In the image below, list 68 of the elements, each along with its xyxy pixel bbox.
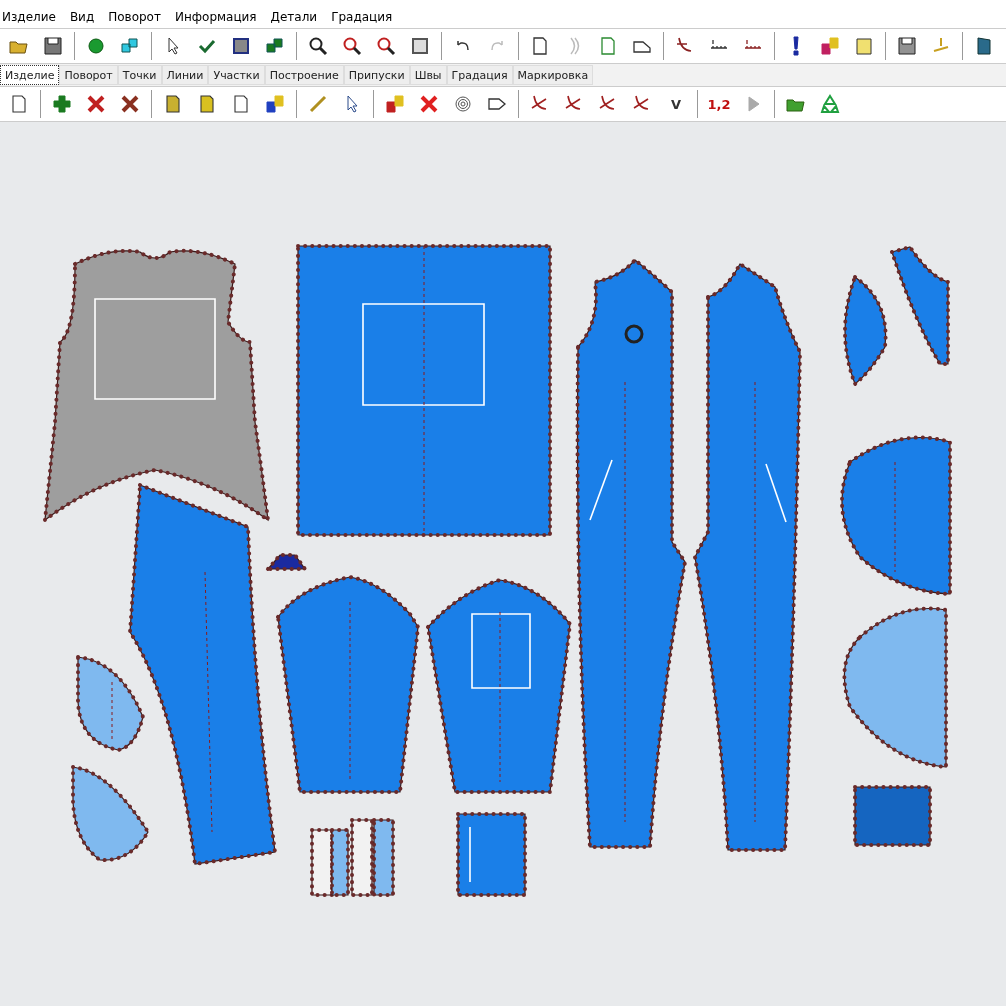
menu-item[interactable]: Градация: [331, 10, 393, 24]
circle-mark: [624, 324, 644, 344]
document-icon: [598, 36, 618, 56]
pattern-piece[interactable]: [853, 785, 932, 847]
documents-icon: [197, 94, 217, 114]
pattern-piece[interactable]: [71, 765, 150, 863]
note-icon: [854, 36, 874, 56]
pattern-piece[interactable]: [575, 258, 687, 849]
fill-icon: [385, 94, 405, 114]
pencil-icon: [308, 94, 328, 114]
menu-item[interactable]: Изделие: [2, 10, 56, 24]
document-icon: [231, 94, 251, 114]
fit-icon: [410, 36, 430, 56]
circle-icon: [86, 36, 106, 56]
inner-line: [589, 459, 613, 521]
menu-item[interactable]: Поворот: [108, 10, 161, 24]
pattern-piece[interactable]: [276, 575, 420, 794]
document-icon: [163, 94, 183, 114]
pattern-piece[interactable]: [128, 483, 277, 866]
tab[interactable]: Построение: [264, 65, 344, 85]
tab[interactable]: Линии: [161, 65, 209, 85]
menu-item[interactable]: Вид: [69, 10, 95, 24]
document-icon: [530, 36, 550, 56]
pattern-piece[interactable]: [426, 578, 572, 794]
tab[interactable]: Припуски: [343, 65, 410, 85]
tab[interactable]: Изделие: [0, 65, 60, 85]
pattern-piece[interactable]: [456, 812, 527, 897]
palette-icon: [820, 36, 840, 56]
menu-item[interactable]: Детали: [270, 10, 318, 24]
tab[interactable]: Маркировка: [512, 65, 594, 85]
search-icon: [308, 36, 328, 56]
inner-line: [765, 463, 787, 523]
toolbar-button[interactable]: V: [659, 90, 693, 118]
inner-line: [469, 826, 471, 883]
toolbar-button[interactable]: 1,2: [702, 90, 736, 118]
tab[interactable]: Поворот: [59, 65, 118, 85]
pattern-piece[interactable]: [76, 655, 145, 752]
tab[interactable]: Швы: [409, 65, 447, 85]
zoom-out-icon: [376, 36, 396, 56]
pattern-piece[interactable]: [840, 435, 952, 596]
target-icon: [453, 94, 473, 114]
pattern-piece[interactable]: [842, 606, 948, 769]
tab[interactable]: Участки: [208, 65, 265, 85]
pattern-piece[interactable]: [330, 828, 350, 897]
square-icon: [231, 36, 251, 56]
pattern-piece[interactable]: [843, 275, 888, 386]
pattern-piece[interactable]: [310, 828, 334, 897]
pattern-piece[interactable]: [43, 248, 270, 522]
save-icon: [43, 36, 63, 56]
delete-icon: [86, 94, 106, 114]
exclamation-icon: [793, 36, 799, 56]
squares-icon: [265, 36, 285, 56]
pattern-piece[interactable]: [693, 262, 802, 852]
tab[interactable]: Точки: [117, 65, 162, 85]
menu-item[interactable]: Информация: [174, 10, 257, 24]
paint-icon: [265, 94, 285, 114]
squares-icon: [120, 36, 140, 56]
zoom-in-icon: [342, 36, 362, 56]
pattern-piece[interactable]: [890, 245, 950, 366]
new-document-icon: [9, 94, 29, 114]
plus-icon: [52, 94, 72, 114]
door-icon: [974, 36, 994, 56]
delete-icon: [120, 94, 140, 114]
pattern-piece[interactable]: [263, 553, 309, 571]
pattern-piece[interactable]: [350, 818, 374, 897]
pattern-piece[interactable]: [372, 818, 395, 897]
tab[interactable]: Градация: [446, 65, 513, 85]
delete-icon: [419, 94, 439, 114]
